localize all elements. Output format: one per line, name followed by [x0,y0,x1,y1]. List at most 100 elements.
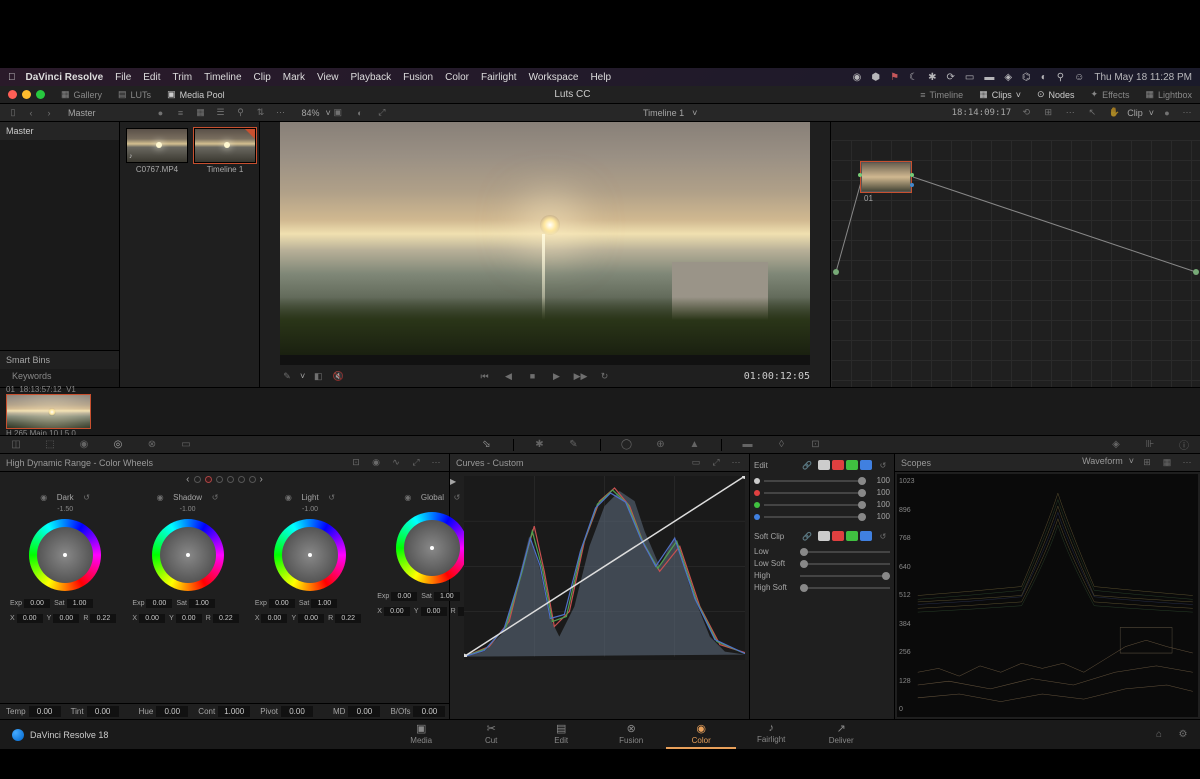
sizing-icon[interactable]: ⊡ [806,438,826,452]
motion-icon[interactable]: ▭ [176,438,196,452]
viewer-opt-icon[interactable]: ▣ [331,106,345,120]
apple-icon[interactable]:  [8,72,16,83]
options-icon[interactable]: ⋯ [274,106,288,120]
panel-icon[interactable]: ▯ [6,106,20,120]
record-icon[interactable]: ● [154,106,168,120]
temp-input[interactable] [29,706,61,717]
play-icon[interactable]: ▶ [550,369,564,383]
x-input[interactable] [139,614,165,623]
menubar-clock[interactable]: Thu May 18 11:28 PM [1094,72,1192,83]
exp-input[interactable] [146,599,172,608]
lum-chip[interactable] [818,531,830,541]
red-chip[interactable] [832,460,844,470]
page-fusion[interactable]: ⊗Fusion [596,720,666,749]
sort-icon[interactable]: ⇅ [254,106,268,120]
hdr-icon[interactable]: ◎ [108,438,128,452]
wheel-reset-icon[interactable]: ↺ [325,490,339,504]
color-wheel[interactable] [396,512,468,584]
sat-input[interactable] [67,599,93,608]
menu-mark[interactable]: Mark [283,72,305,83]
notifications-icon[interactable]: ⚑ [890,72,899,83]
first-frame-icon[interactable]: ⏮ [478,369,492,383]
menu-workspace[interactable]: Workspace [529,72,579,83]
hand-tool-icon[interactable]: ✋ [1107,106,1121,120]
status-icon[interactable]: ◉ [853,72,862,83]
exp-input[interactable] [269,599,295,608]
page-color[interactable]: ◉Color [666,720,736,749]
wheel-reset-icon[interactable]: ↺ [450,490,464,504]
view-list-icon[interactable]: ≡ [174,106,188,120]
viewer-image[interactable] [280,122,810,355]
color-wheel[interactable] [274,519,346,591]
grid-icon[interactable]: ⊞ [1041,106,1055,120]
menu-file[interactable]: File [115,72,131,83]
expand-icon[interactable]: ⤢ [375,106,389,120]
user-icon[interactable]: ☺ [1074,72,1084,83]
y-input[interactable] [421,607,447,616]
search-icon[interactable]: ⚲ [1057,72,1064,83]
menu-timeline[interactable]: Timeline [204,72,241,83]
y-input[interactable] [176,614,202,623]
color-wheel[interactable] [29,519,101,591]
play-curve-icon[interactable]: ▶ [450,477,456,486]
clip-thumb[interactable]: ♪ C0767.MP4 [126,128,188,174]
node-options-icon[interactable]: ⋯ [1180,106,1194,120]
y-input[interactable] [298,614,324,623]
view-thumb-icon[interactable]: ▦ [194,106,208,120]
window-icon[interactable]: ◯ [617,438,637,452]
color-wheel[interactable] [152,519,224,591]
minimize-window-button[interactable] [22,90,31,99]
intensity-slider[interactable] [764,480,866,482]
intensity-slider[interactable] [764,504,866,506]
timeline-toggle[interactable]: ≡Timeline [912,86,971,104]
menu-help[interactable]: Help [590,72,611,83]
clips-toggle[interactable]: ▦Clips ˅ [971,86,1029,104]
intensity-slider[interactable] [764,492,866,494]
search-icon[interactable]: ⚲ [234,106,248,120]
lightbox-toggle[interactable]: ▦Lightbox [1137,86,1200,104]
more-icon[interactable]: ⋯ [1063,106,1077,120]
loop-icon[interactable]: ⟲ [1019,106,1033,120]
dnd-icon[interactable]: ☾ [909,72,918,83]
effects-toggle[interactable]: ✦Effects [1083,86,1138,104]
sat-input[interactable] [311,599,337,608]
nodes-panel[interactable]: 01 [830,122,1200,387]
settings-icon[interactable]: ⚙ [1176,728,1190,742]
blur-icon[interactable]: ▬ [738,438,758,452]
curves-mode-icon[interactable]: ▭ [689,456,703,470]
corrector-node[interactable]: 01 [861,162,911,192]
lowsoft-slider[interactable] [800,563,890,565]
menu-clip[interactable]: Clip [254,72,271,83]
x-input[interactable] [17,614,43,623]
loop-playback-icon[interactable]: ↻ [598,369,612,383]
page-cut[interactable]: ✂Cut [456,720,526,749]
marker-icon[interactable]: ◧ [311,369,325,383]
scope-mode[interactable]: Waveform [1082,456,1123,470]
keyframe-icon[interactable]: ◈ [1106,438,1126,452]
exp-input[interactable] [391,592,417,601]
nav-fwd-icon[interactable]: › [42,106,56,120]
mute-icon[interactable]: 🔇 [331,369,345,383]
siri-icon[interactable]: ◐ [1041,72,1047,83]
wheels-icon[interactable]: ◉ [74,438,94,452]
page-deliver[interactable]: ↗Deliver [806,720,876,749]
timeline-clip-thumb[interactable] [6,394,91,429]
page-fairlight[interactable]: ♪Fairlight [736,720,806,749]
wheel-picker-icon[interactable]: ◉ [401,490,415,504]
r-input[interactable] [213,614,239,623]
wheel-picker-icon[interactable]: ◉ [153,490,167,504]
wheels-options-icon[interactable]: ⋯ [429,456,443,470]
highsoft-slider[interactable] [800,587,890,589]
qualifier-icon[interactable]: ✎ [564,438,584,452]
arrow-tool-icon[interactable]: ↖ [1085,106,1099,120]
hue-input[interactable] [156,706,188,717]
status-icon[interactable]: ⬢ [871,72,880,83]
red-chip[interactable] [832,531,844,541]
key-icon[interactable]: ◊ [772,438,792,452]
curves-editor[interactable] [464,476,745,660]
menu-view[interactable]: View [317,72,339,83]
y-input[interactable] [53,614,79,623]
nav-back-icon[interactable]: ‹ [24,106,38,120]
wifi-icon[interactable]: ◈ [1004,72,1012,83]
page-media[interactable]: ▣Media [386,720,456,749]
